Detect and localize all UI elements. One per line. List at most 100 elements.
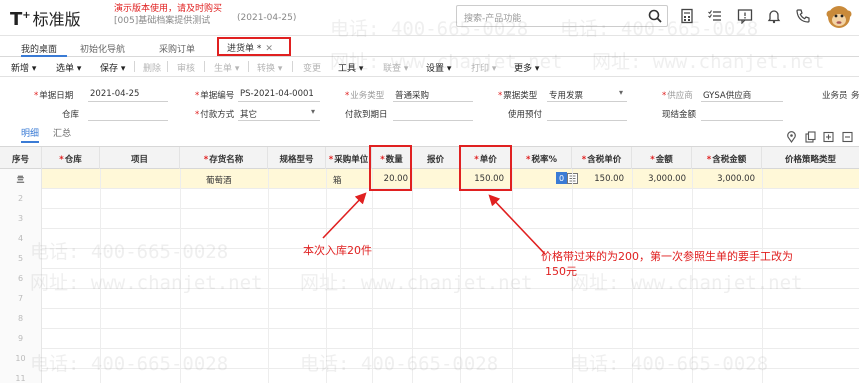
save-button[interactable]: 保存 ▾ [100,61,125,74]
tab-detail[interactable]: 明细 [21,126,40,143]
tools-button[interactable]: 工具 ▾ [338,61,363,74]
col-warehouse[interactable]: *仓库 [42,147,100,170]
table-row[interactable]: 7 [0,289,859,309]
pay-method-select[interactable]: 其它 [240,108,257,120]
invoice-type-label: *票据类型 [498,91,538,101]
select-button[interactable]: 选单 ▾ [56,61,81,74]
insert-row-icon[interactable] [823,131,834,143]
col-spec[interactable]: 规格型号 [268,147,326,170]
more-button[interactable]: 更多 ▾ [514,61,539,74]
link-query-button[interactable]: 联查 ▾ [383,61,408,74]
search-box[interactable]: 搜索-产品功能 [456,5,668,27]
warehouse-field[interactable] [88,120,168,121]
chevron-down-icon[interactable]: ▾ [311,107,315,116]
delete-row-icon[interactable] [842,131,853,143]
item-name-cell[interactable]: 葡萄酒 [206,169,232,189]
col-price-strategy[interactable]: 价格策略类型 [762,147,859,170]
doc-no-underline [238,101,320,102]
settings-button[interactable]: 设置 ▾ [426,61,451,74]
pay-due-field[interactable] [393,120,473,121]
top-bar: T+ 标准版 演示版本使用，请及时购买 [005]基础档案提供测试 (2021-0… [0,0,859,36]
login-date: (2021-04-25) [237,13,297,23]
row-number[interactable]: 亖 [0,169,42,189]
biz-type-underline [393,101,473,102]
table-row[interactable]: 3 [0,209,859,229]
amount-cell[interactable]: 3,000.00 [640,169,686,189]
grid-line [412,169,413,383]
change-button[interactable]: 变更 [303,61,321,74]
col-unit[interactable]: *采购单位 [326,147,372,170]
salesman-field[interactable]: 务 [851,89,859,101]
grid-line [268,169,269,383]
tax-price-cell[interactable]: 150.00 [584,169,624,189]
col-amount[interactable]: *金额 [632,147,692,170]
grid-header: 序号 *仓库 项目 *存货名称 规格型号 *采购单位 *数量 报价 *单价 *税… [0,146,859,170]
supplier-label: *供应商 [662,91,693,101]
warehouse-label: 仓库 [62,110,80,120]
col-tax-rate[interactable]: *税率% [512,147,572,170]
print-button[interactable]: 打印 ▾ [471,61,496,74]
notification-bell-icon[interactable] [766,8,782,24]
grid-line [372,169,373,383]
table-row[interactable]: 2 [0,189,859,209]
close-icon[interactable]: ✕ [265,44,273,54]
pay-method-underline [238,120,320,121]
message-icon[interactable] [737,8,753,24]
new-button[interactable]: 新增 ▾ [11,61,36,74]
tab-summary[interactable]: 汇总 [53,126,71,139]
search-icon[interactable] [647,8,663,24]
app-logo: T+ 标准版 [10,9,81,30]
row-number: 2 [0,189,42,209]
table-row[interactable]: 4 [0,229,859,249]
table-row[interactable]: 11 [0,369,859,383]
tab-init-guide[interactable]: 初始化导航 [80,39,125,57]
tab-purchase-order[interactable]: 采购订单 [159,39,195,57]
col-tax-price[interactable]: *含税单价 [572,147,632,170]
col-project[interactable]: 项目 [100,147,180,170]
page-tabs: 我的桌面 初始化导航 采购订单 进货单 * ✕ [0,36,859,57]
unit-cell[interactable]: 箱 [333,169,342,189]
toolbar: 新增 ▾ 选单 ▾ 保存 ▾ 删除 审核 生单 ▾ 转换 ▾ 变更 工具 ▾ 联… [0,57,859,77]
col-price-ref[interactable]: 报价 [412,147,460,170]
doc-no-field[interactable]: PS-2021-04-0001 [240,89,314,99]
generate-button[interactable]: 生单 ▾ [214,61,239,74]
price-annotation-line1: 价格带过来的为200，第一次参照生单的要手工改为 [541,250,793,263]
col-tax-amount[interactable]: *含税金额 [692,147,762,170]
prepay-field[interactable] [547,120,627,121]
row-number: 8 [0,309,42,329]
table-row[interactable]: 9 [0,329,859,349]
table-row[interactable]: 8 [0,309,859,329]
locate-icon[interactable] [786,131,797,143]
copy-row-icon[interactable] [805,131,816,143]
phone-icon[interactable] [795,8,811,24]
invoice-type-select[interactable]: 专用发票 [549,89,583,101]
tax-rate-input[interactable]: 0 [556,172,568,184]
tab-my-desktop[interactable]: 我的桌面 [21,39,67,57]
convert-button[interactable]: 转换 ▾ [257,61,282,74]
grid-line [100,169,101,383]
col-item-name[interactable]: *存货名称 [180,147,268,170]
tab-receiving-note[interactable]: 进货单 * ✕ [217,37,291,56]
doc-no-label: *单据编号 [195,91,235,101]
price-highlight-box [459,145,512,191]
audit-button[interactable]: 审核 [177,61,195,74]
search-input[interactable]: 搜索-产品功能 [464,11,521,24]
delete-button[interactable]: 删除 [143,61,161,74]
row-number: 9 [0,329,42,349]
task-list-icon[interactable] [707,8,723,24]
doc-date-field[interactable]: 2021-04-25 [90,89,139,99]
chevron-down-icon[interactable]: ▾ [619,88,623,97]
calculator-icon[interactable] [679,8,695,24]
grid-line [326,169,327,383]
row-number: 6 [0,269,42,289]
invoice-type-underline [547,101,627,102]
cash-amount-field[interactable] [701,120,783,121]
user-avatar-icon[interactable] [826,3,852,31]
row-number: 3 [0,209,42,229]
table-row[interactable]: 亖 葡萄酒 箱 20.00 150.00 0 150.00 3,000.00 3… [0,169,859,189]
supplier-field[interactable]: GYSA供应商 [703,89,751,101]
tax-amount-cell[interactable]: 3,000.00 [708,169,755,189]
table-row[interactable]: 10 [0,349,859,369]
toolbar-divider [167,61,168,72]
pay-due-label: 付款到期日 [345,110,388,120]
